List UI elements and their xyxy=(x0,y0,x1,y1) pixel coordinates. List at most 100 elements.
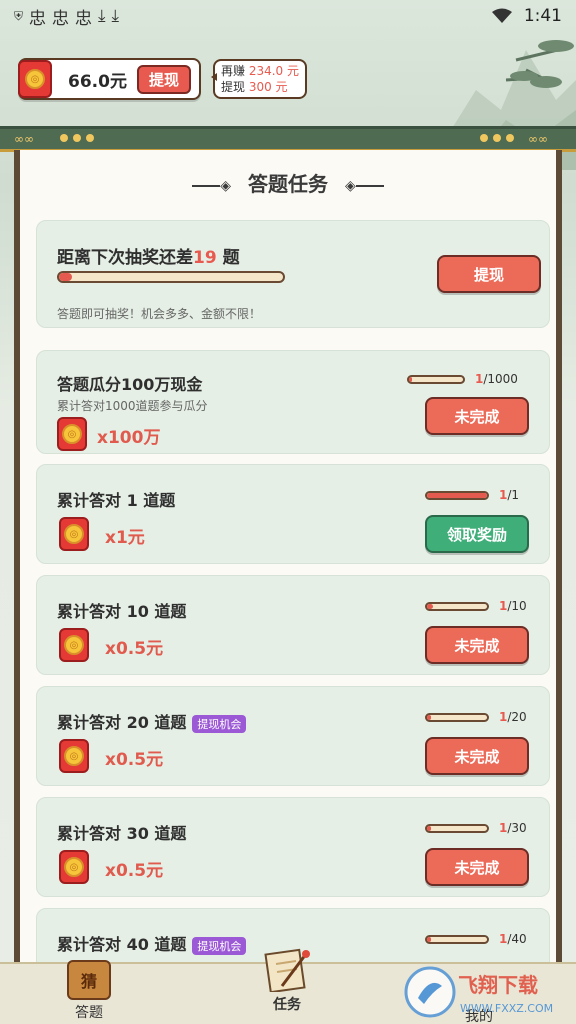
svg-text:飞翔下载: 飞翔下载 xyxy=(458,973,538,997)
lottery-title: 距离下次抽奖还差19 题 xyxy=(57,243,240,268)
claim-reward-button[interactable]: 领取奖励 xyxy=(425,515,529,553)
task-progress-total: /1000 xyxy=(483,372,518,386)
download-icon: ⤓ xyxy=(111,6,120,26)
balance-amount: 66.0元 xyxy=(68,71,127,92)
task-reward: x0.5元 xyxy=(105,639,164,659)
lottery-progress-fill xyxy=(59,273,73,281)
nav-label: 任务 xyxy=(273,997,301,1013)
status-bar: ⛨ 忠 忠 忠 ⤓ ⤓ 1:41 xyxy=(0,0,576,32)
wifi-icon xyxy=(491,8,512,23)
shield-icon: ⛨ xyxy=(14,8,24,23)
task-title-text: 累计答对 10 道题 xyxy=(57,602,187,621)
task-progress xyxy=(425,824,489,833)
task-title: 累计答对 30 道题 xyxy=(57,820,186,844)
task-card: 累计答对 20 道题 提现机会 1/20 ◎ x0.5元 未完成 xyxy=(36,686,550,786)
task-progress-label: 1/10 xyxy=(499,599,527,613)
task-title-text: 累计答对 40 道题 xyxy=(57,935,187,954)
roof-dots xyxy=(60,134,94,142)
task-progress-fill xyxy=(427,715,431,720)
task-title-text: 答题瓜分100万现金 xyxy=(57,375,203,394)
quiz-scroll-icon: 猜 xyxy=(67,960,111,1000)
red-packet-icon: ◎ xyxy=(59,517,89,551)
task-title: 累计答对 10 道题 xyxy=(57,598,186,622)
incomplete-button[interactable]: 未完成 xyxy=(425,626,529,664)
task-progress-total: /30 xyxy=(507,821,527,835)
task-title-text: 累计答对 1 道题 xyxy=(57,491,176,510)
task-card: 累计答对 30 道题 1/30 ◎ x0.5元 未完成 xyxy=(36,797,550,897)
task-progress-total: /1 xyxy=(507,488,520,502)
red-packet-icon: ◎ xyxy=(59,850,89,884)
withdraw-button[interactable]: 提现 xyxy=(136,64,191,94)
task-progress-label: 1/40 xyxy=(499,932,527,946)
nav-label: 答题 xyxy=(75,1005,103,1021)
task-progress-fill xyxy=(427,493,487,498)
task-progress xyxy=(425,602,489,611)
nav-item-tasks[interactable]: 任务 xyxy=(242,948,332,1014)
withdraw-chance-badge: 提现机会 xyxy=(192,714,247,733)
lottery-prefix: 距离下次抽奖还差 xyxy=(57,248,193,268)
task-reward: x100万 xyxy=(97,428,161,448)
lottery-card: 距离下次抽奖还差19 题 答题即可抽奖！机会多多、金额不限！ 提现 xyxy=(36,220,550,328)
svg-text:WWW.FXXZ.COM: WWW.FXXZ.COM xyxy=(460,1002,553,1015)
task-progress-label: 1/1000 xyxy=(475,372,518,386)
task-progress-label: 1/30 xyxy=(499,821,527,835)
task-card: 累计答对 1 道题 1/1 ◎ x1元 领取奖励 xyxy=(36,464,550,564)
task-progress-fill xyxy=(427,826,431,831)
task-progress xyxy=(425,935,489,944)
task-card: 答题瓜分100万现金 1/1000 累计答对1000道题参与瓜分 ◎ x100万 未完成 xyxy=(36,350,550,454)
task-title: 累计答对 40 道题 提现机会 xyxy=(57,931,247,955)
incomplete-button[interactable]: 未完成 xyxy=(425,397,529,435)
withdraw-line-label: 提现 xyxy=(220,80,245,94)
earn-more-label: 再赚 xyxy=(220,64,245,78)
task-progress xyxy=(425,491,489,500)
roof-dots xyxy=(480,134,514,142)
task-progress-fill xyxy=(409,377,413,382)
balance-pill: ◎ 66.0元 提现 xyxy=(18,58,201,100)
task-progress-total: /10 xyxy=(507,599,527,613)
clock: 1:41 xyxy=(523,6,562,26)
task-title-text: 累计答对 30 道题 xyxy=(57,824,187,843)
lottery-note: 答题即可抽奖！机会多多、金额不限！ xyxy=(57,307,262,321)
task-panel: ◈ 答题任务 ◈ 距离下次抽奖还差19 题 答题即可抽奖！机会多多、金额不限！ … xyxy=(14,150,562,1008)
lottery-progress xyxy=(57,271,285,283)
incomplete-button[interactable]: 未完成 xyxy=(425,737,529,775)
task-reward: x1元 xyxy=(105,528,145,548)
earn-more-value: 234.0 元 xyxy=(248,64,299,78)
notification-app-icon: 忠 xyxy=(29,8,47,29)
task-title-text: 累计答对 20 道题 xyxy=(57,713,187,732)
lottery-suffix: 题 xyxy=(222,248,240,268)
task-progress xyxy=(425,713,489,722)
withdraw-line-value: 300 元 xyxy=(248,80,288,94)
red-packet-icon: ◎ xyxy=(18,60,52,98)
task-card: 累计答对 10 道题 1/10 ◎ x0.5元 未完成 xyxy=(36,575,550,675)
diamond-icon: ◈ xyxy=(220,177,232,194)
notification-app-icon: 忠 xyxy=(75,8,93,29)
cloud-ornament-icon: ∞∞ xyxy=(14,132,34,146)
panel-title-row: ◈ 答题任务 ◈ xyxy=(20,168,556,197)
task-title: 累计答对 1 道题 xyxy=(57,487,175,511)
download-icon: ⤓ xyxy=(98,6,106,26)
task-progress-total: /40 xyxy=(507,932,527,946)
task-progress xyxy=(407,375,465,384)
red-packet-icon: ◎ xyxy=(59,628,89,662)
task-reward: x0.5元 xyxy=(105,861,164,881)
nav-item-quiz[interactable]: 猜 答题 xyxy=(44,960,134,1022)
incomplete-button[interactable]: 未完成 xyxy=(425,848,529,886)
lottery-withdraw-button[interactable]: 提现 xyxy=(437,255,541,293)
task-title: 累计答对 20 道题 提现机会 xyxy=(57,709,247,733)
balance-bar: ◎ 66.0元 提现 再赚 234.0 元 提现 300 元 xyxy=(18,58,307,100)
task-title: 答题瓜分100万现金 xyxy=(57,371,202,395)
task-progress-label: 1/1 xyxy=(499,488,519,502)
task-progress-total: /20 xyxy=(507,710,527,724)
withdraw-chance-badge: 提现机会 xyxy=(192,936,247,955)
watermark-logo: 飞翔下载 WWW.FXXZ.COM xyxy=(404,966,553,1018)
diamond-icon: ◈ xyxy=(344,177,356,194)
task-reward: x0.5元 xyxy=(105,750,164,770)
lottery-count: 19 xyxy=(193,248,217,268)
task-subtitle: 累计答对1000道题参与瓜分 xyxy=(57,399,208,413)
task-progress-fill xyxy=(427,937,431,942)
task-progress-fill xyxy=(427,604,433,609)
cloud-ornament-icon: ∞∞ xyxy=(528,132,548,146)
task-scroll-icon xyxy=(264,948,310,992)
page-title: 答题任务 xyxy=(248,172,328,196)
